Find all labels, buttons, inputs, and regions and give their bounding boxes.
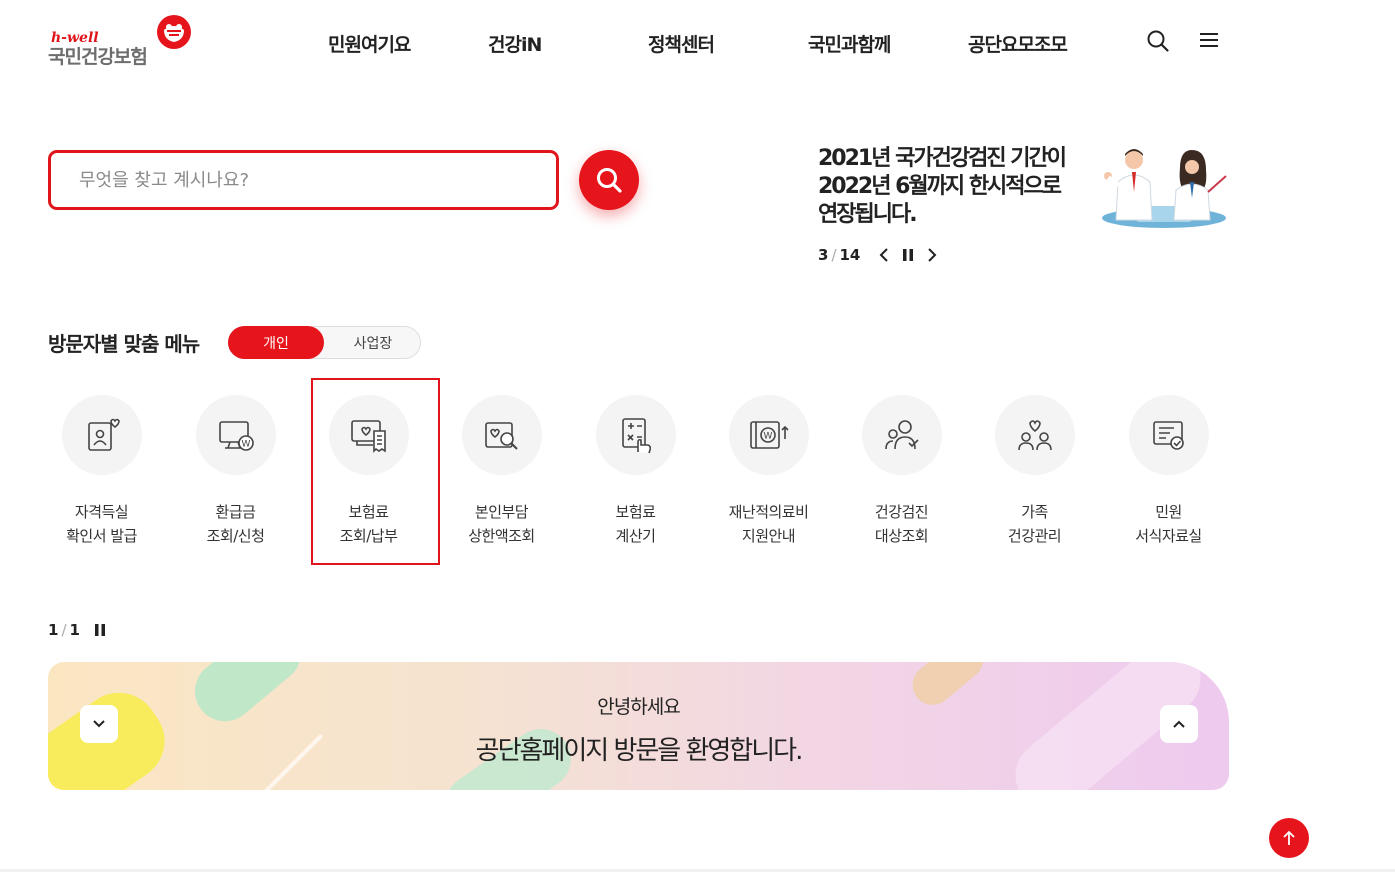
calculator-hand-icon [621, 418, 651, 454]
menu-item-family-health[interactable]: 가족 건강관리 [968, 395, 1101, 548]
search-icon [1147, 30, 1169, 52]
scroll-to-top-button[interactable] [1269, 818, 1309, 858]
menu-slider-controls: 1/1 [48, 620, 112, 640]
menu-pager: 1/1 [48, 621, 80, 639]
nav-item-policy-center[interactable]: 정책센터 [648, 30, 715, 57]
notice-next-button[interactable] [920, 244, 944, 266]
menu-item-health-checkup[interactable]: 건강검진 대상조회 [835, 395, 968, 548]
menu-item-label: 가족 건강관리 [1007, 503, 1062, 545]
menu-page-current: 1 [48, 621, 59, 639]
search-field-wrapper [48, 150, 559, 210]
chevron-down-icon [93, 720, 105, 728]
header-menu-button[interactable] [1198, 29, 1222, 53]
visitor-type-toggle: 개인 사업장 [228, 326, 421, 359]
notice-total: 14 [839, 246, 861, 264]
menu-item-label: 건강검진 대상조회 [874, 503, 929, 545]
menu-icon-circle [61, 395, 142, 475]
notice-pager: 3/14 [818, 246, 861, 264]
visitor-menu-title: 방문자별 맞춤 메뉴 [48, 332, 200, 356]
menu-pause-button[interactable] [88, 619, 112, 641]
notice-headline[interactable]: 2021년 국가건강검진 기간이 2022년 6월까지 한시적으로 연장됩니다. [818, 145, 1088, 229]
svg-text:W: W [763, 432, 772, 442]
pause-icon [94, 624, 105, 636]
notice-controls: 3/14 [818, 244, 944, 266]
search-icon [597, 168, 622, 193]
welcome-banner: 안녕하세요 공단홈페이지 방문을 환영합니다. [48, 662, 1229, 790]
hamburger-icon [1200, 33, 1218, 47]
menu-page-total: 1 [69, 621, 80, 639]
menu-item-label: 보험료 조회/납부 [339, 503, 398, 545]
menu-item-copayment-ceiling[interactable]: 본인부담 상한액조회 [435, 395, 568, 548]
document-check-icon [1152, 421, 1184, 450]
menu-icon-circle [328, 395, 409, 475]
heart-search-icon [484, 422, 518, 450]
notice-current: 3 [818, 246, 829, 264]
menu-item-label: 자격득실 확인서 발급 [66, 503, 137, 545]
menu-item-qualification-certificate[interactable]: 자격득실 확인서 발급 [35, 395, 168, 548]
arrow-up-icon [1283, 830, 1295, 845]
svg-text:W: W [241, 440, 250, 450]
monitor-won-icon: W [218, 421, 254, 451]
nav-item-health-in[interactable]: 건강iN [488, 30, 542, 57]
chevron-up-icon [1173, 720, 1185, 728]
chevron-right-icon [928, 248, 937, 262]
banner-greeting: 안녕하세요 [597, 696, 680, 718]
search-submit-button[interactable] [579, 150, 639, 210]
menu-item-label: 재난적의료비 지원안내 [728, 503, 809, 545]
nav-item-about-corporation[interactable]: 공단요모조모 [968, 30, 1068, 57]
menu-item-insurance-calculator[interactable]: 보험료 계산기 [569, 395, 702, 548]
header-search-button[interactable] [1146, 29, 1170, 53]
doctors-illustration [1102, 149, 1227, 228]
toggle-personal[interactable]: 개인 [228, 326, 324, 359]
menu-icon-circle [1128, 395, 1209, 475]
menu-icon-circle [994, 395, 1075, 475]
menu-item-label: 본인부담 상한액조회 [468, 503, 535, 545]
search-input[interactable] [79, 169, 528, 191]
menu-item-refund[interactable]: W 환급금 조회/신청 [169, 395, 302, 548]
menu-item-label: 환급금 조회/신청 [206, 503, 265, 545]
menu-icon-circle [461, 395, 542, 475]
toggle-business[interactable]: 사업장 [325, 326, 421, 359]
menu-icon-circle: W [195, 395, 276, 475]
pause-icon [903, 249, 914, 261]
menu-icon-circle: W [728, 395, 809, 475]
notice-prev-button[interactable] [872, 244, 896, 266]
nav-item-with-citizens[interactable]: 국민과함께 [808, 30, 891, 57]
insurance-bill-icon [350, 420, 386, 453]
menu-item-label: 보험료 계산기 [615, 503, 656, 545]
menu-icon-circle [595, 395, 676, 475]
menu-item-forms-library[interactable]: 민원 서식자료실 [1102, 395, 1235, 548]
menu-item-catastrophic-medical[interactable]: W 재난적의료비 지원안내 [702, 395, 835, 548]
banner-collapse-button[interactable] [1160, 705, 1198, 743]
nav-item-civil-service[interactable]: 민원여기요 [328, 30, 411, 57]
banner-welcome-message: 공단홈페이지 방문을 환영합니다. [475, 736, 804, 766]
people-search-icon [884, 420, 919, 450]
menu-item-label: 민원 서식자료실 [1135, 503, 1202, 545]
notice-pause-button[interactable] [896, 244, 920, 266]
won-support-icon: W [749, 421, 789, 449]
menu-item-insurance-payment[interactable]: 보험료 조회/납부 [302, 395, 435, 548]
chevron-left-icon [879, 248, 889, 262]
id-card-heart-icon [87, 418, 120, 451]
logo-mark-icon [157, 15, 191, 49]
banner-expand-button[interactable] [80, 705, 118, 743]
logo-title: 국민건강보험 [48, 46, 148, 68]
family-heart-icon [1017, 420, 1052, 451]
site-logo[interactable]: h-well 국민건강보험 [48, 14, 198, 70]
menu-icon-circle [861, 395, 942, 475]
